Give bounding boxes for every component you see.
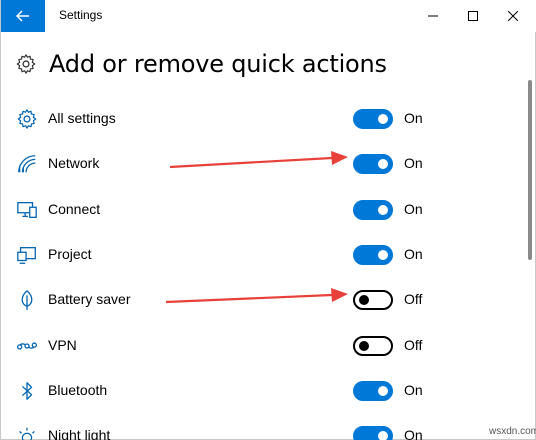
gear-icon [16,54,36,74]
vpn-icon [15,334,39,358]
leaf-icon [15,288,39,312]
close-icon [508,11,518,21]
quick-action-row-network: Network On [1,144,521,184]
minimize-button[interactable] [413,0,453,32]
toggle-state-label: Off [404,337,423,353]
quick-action-label: Bluetooth [48,382,108,398]
toggle-state-label: On [404,110,423,126]
wifi-icon [15,152,39,176]
quick-action-row-connect: Connect On [1,190,521,230]
quick-action-label: Project [48,246,92,262]
back-button[interactable] [1,0,45,32]
quick-action-row-all-settings: All settings On [1,99,521,139]
gear-icon [15,107,39,131]
back-arrow-icon [16,10,29,22]
toggle-state-label: On [404,201,423,217]
toggle-state-label: On [404,427,423,440]
toggle-all-settings[interactable] [353,109,393,129]
toggle-knob [378,386,388,396]
toggle-knob [378,250,388,260]
quick-action-label: Network [48,155,100,171]
toggle-network[interactable] [353,154,393,174]
maximize-button[interactable] [453,0,493,32]
quick-action-label: VPN [48,337,77,353]
quick-action-label: Battery saver [48,291,131,307]
toggle-vpn[interactable] [353,336,393,356]
toggle-knob [359,341,369,351]
night-light-icon [15,424,39,440]
project-icon [15,243,39,267]
watermark: wsxdn.com [489,426,536,437]
toggle-knob [378,205,388,215]
toggle-project[interactable] [353,245,393,265]
toggle-connect[interactable] [353,200,393,220]
toggle-state-label: On [404,382,423,398]
toggle-battery-saver[interactable] [353,290,393,310]
bluetooth-icon [15,379,39,403]
minimize-icon [428,15,438,17]
toggle-state-label: On [404,246,423,262]
page-header: Add or remove quick actions [15,50,387,78]
quick-action-label: Night light [48,427,111,440]
toggle-night-light[interactable] [353,426,393,440]
toggle-knob [378,431,388,440]
connect-icon [15,198,39,222]
window-title: Settings [59,8,103,22]
vertical-scrollbar[interactable] [528,80,532,260]
quick-action-label: Connect [48,201,101,217]
toggle-knob [378,114,388,124]
page-title: Add or remove quick actions [49,50,387,78]
quick-action-row-battery-saver: Battery saver Off [1,280,521,320]
settings-window: Settings Add or remove quick actions All… [0,0,536,440]
close-button[interactable] [493,0,533,32]
title-bar: Settings [1,0,536,32]
maximize-icon [468,11,478,21]
quick-action-row-vpn: VPN Off [1,326,521,366]
toggle-bluetooth[interactable] [353,381,393,401]
toggle-knob [378,159,388,169]
toggle-state-label: On [404,155,423,171]
quick-action-row-bluetooth: Bluetooth On [1,371,521,411]
toggle-knob [359,295,369,305]
quick-action-row-night-light: Night light On [1,416,521,440]
quick-action-label: All settings [48,110,116,126]
quick-action-row-project: Project On [1,235,521,275]
toggle-state-label: Off [404,291,423,307]
